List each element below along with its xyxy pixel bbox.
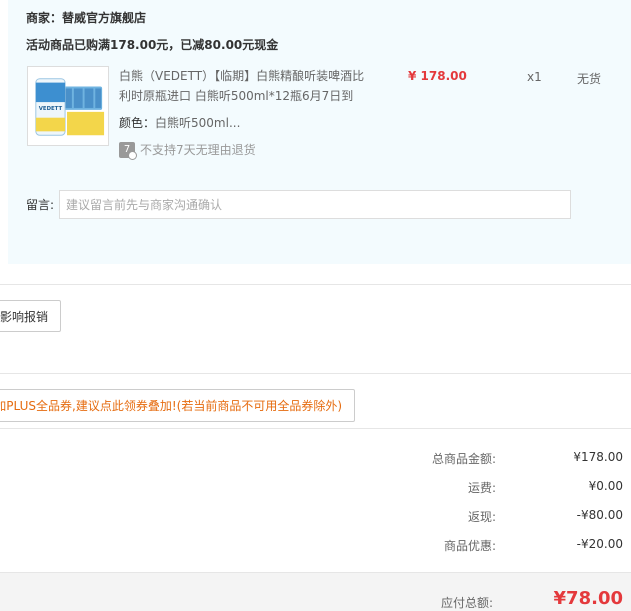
summary-row-discount: 商品优惠: -¥20.00 xyxy=(380,537,623,554)
merchant-info: 商家：替威官方旗舰店 xyxy=(26,9,146,26)
thumb-brand-text: VEDETT xyxy=(39,106,63,112)
no-return-icon: 7 xyxy=(119,141,137,160)
no-return-notice: 7 不支持7天无理由退货 xyxy=(119,141,256,160)
beer-cans-image: VEDETT xyxy=(28,67,108,145)
summary-value: ¥178.00 xyxy=(573,450,623,464)
order-item-block: 商家：替威官方旗舰店 活动商品已购满178.00元，已减80.00元现金 VED… xyxy=(8,0,631,264)
no-return-text: 不支持7天无理由退货 xyxy=(140,143,256,157)
product-title-link[interactable]: 白熊（VEDETT）【临期】白熊精酿听装啤酒比利时原瓶进口 白熊听500ml*1… xyxy=(119,66,369,106)
summary-label: 运费: xyxy=(467,481,496,495)
product-price: ¥ 178.00 xyxy=(408,69,467,83)
summary-label: 返现: xyxy=(467,510,496,524)
total-amount: ¥78.00 xyxy=(553,588,623,609)
summary-label: 商品优惠: xyxy=(443,539,496,553)
summary-value: -¥20.00 xyxy=(576,537,623,551)
summary-row-cashback: 返现: -¥80.00 xyxy=(380,508,623,525)
summary-label: 总商品金额: xyxy=(431,452,496,466)
total-bar xyxy=(0,572,631,611)
merchant-label: 商家： xyxy=(26,11,63,25)
product-quantity: x1 xyxy=(527,70,542,84)
product-color: 颜色：白熊听500ml... xyxy=(119,114,240,131)
total-label: 应付总额: xyxy=(441,596,494,610)
invoice-button[interactable]: 影响报销 xyxy=(0,300,61,332)
plus-coupon-button[interactable]: 加PLUS全品券,建议点此领券叠加!(若当前商品不可用全品券除外) xyxy=(0,389,355,422)
remark-label: 留言: xyxy=(26,198,55,212)
summary-value: -¥80.00 xyxy=(576,508,623,522)
remark-input[interactable] xyxy=(59,190,571,219)
merchant-name[interactable]: 替威官方旗舰店 xyxy=(62,11,146,25)
promo-text: 活动商品已购满178.00元，已减80.00元现金 xyxy=(26,38,279,52)
product-color-label: 颜色： xyxy=(119,116,156,130)
divider xyxy=(0,284,631,285)
divider xyxy=(0,428,631,429)
product-color-value: 白熊听500ml... xyxy=(155,116,241,130)
summary-row-goods: 总商品金额: ¥178.00 xyxy=(380,450,623,467)
divider xyxy=(0,373,631,374)
summary-value: ¥0.00 xyxy=(588,479,623,493)
summary-row-shipping: 运费: ¥0.00 xyxy=(380,479,623,496)
stock-status: 无货 xyxy=(577,72,602,86)
product-thumbnail[interactable]: VEDETT xyxy=(27,66,109,146)
